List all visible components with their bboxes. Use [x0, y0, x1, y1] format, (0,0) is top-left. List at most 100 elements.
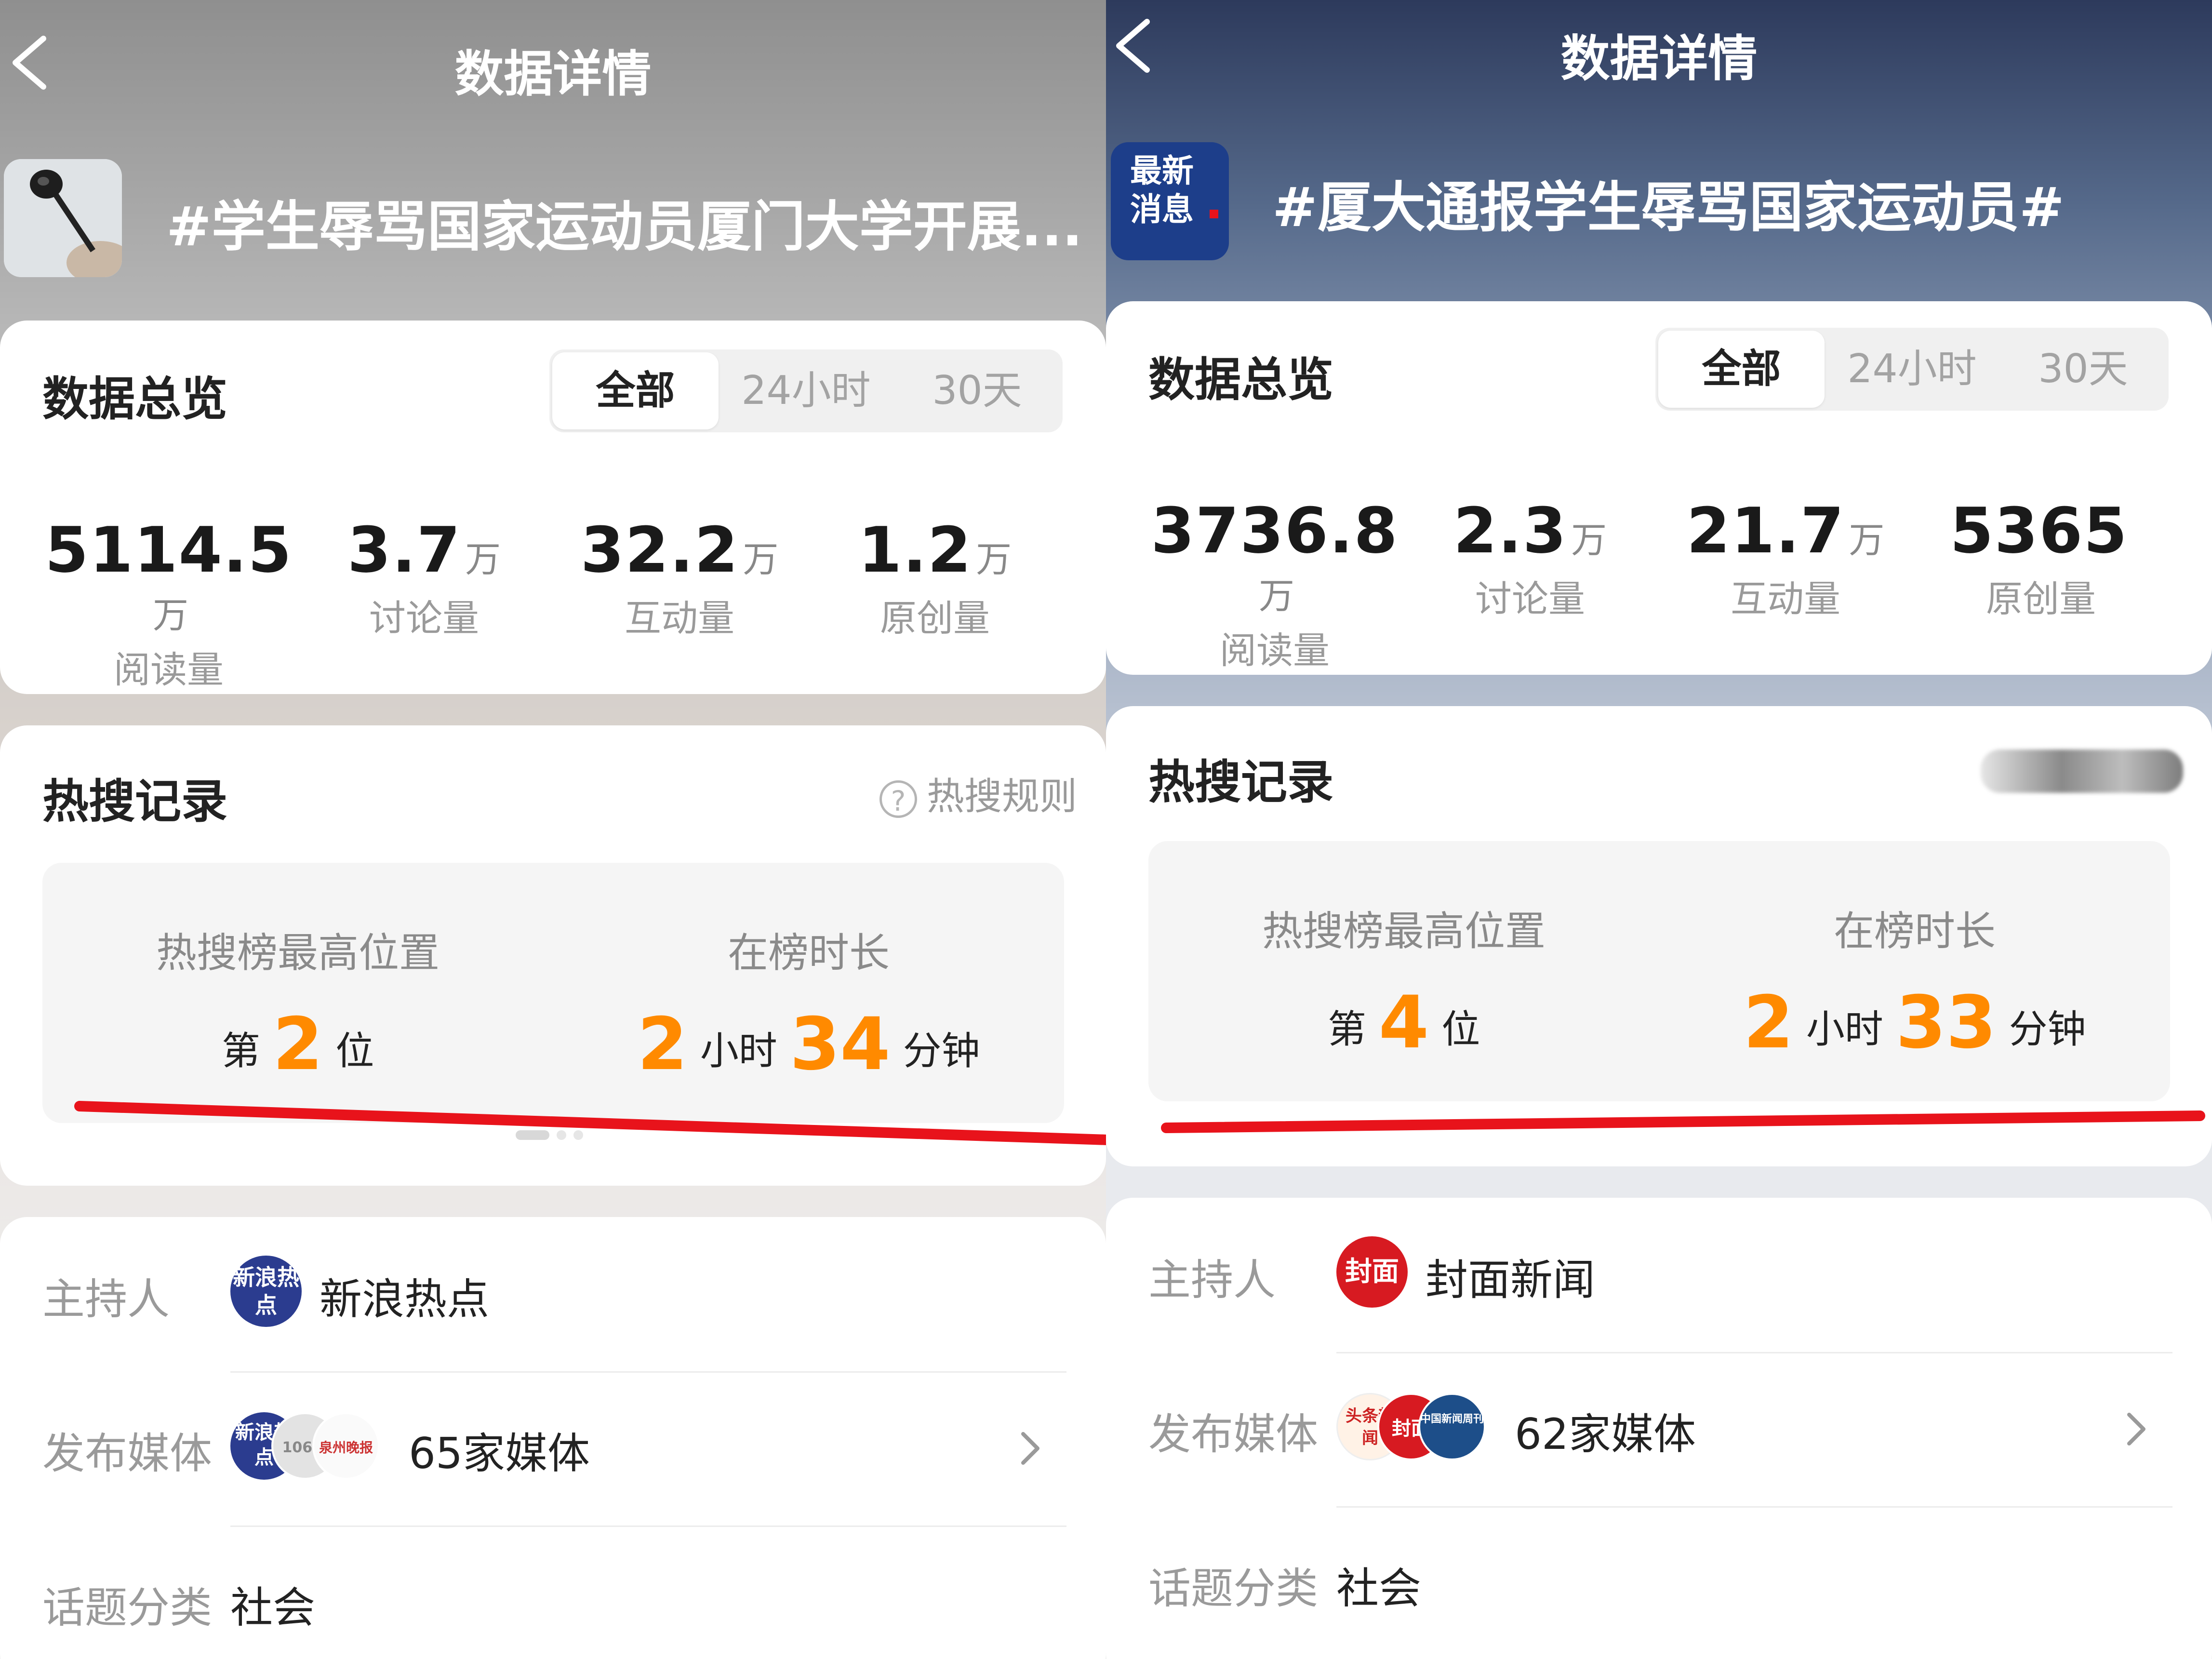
stat-label: 原创量 — [1986, 577, 2096, 620]
hot-stats-box: 热搜榜最高位置 第2位 在榜时长 2 小时 34 分钟 — [42, 863, 1064, 1123]
hot-search-title: 热搜记录 — [42, 775, 227, 829]
overview-title: 数据总览 — [42, 372, 227, 426]
stat-value: 5114.5 — [45, 513, 293, 587]
stat-interact: 21.7 万 互动量 — [1655, 494, 1916, 622]
media-key: 发布媒体 — [1148, 1409, 1319, 1459]
category-row: 话题分类 社会 — [1148, 1506, 2170, 1659]
peak-value: 4 — [1378, 981, 1429, 1065]
topic-title: #学生辱骂国家运动员厦门大学开展... — [166, 196, 1082, 258]
blurred-rules-link — [1981, 749, 2183, 793]
stat-label: 原创量 — [880, 597, 990, 640]
stat-value: 1.2 — [858, 513, 973, 587]
media-avatar-3-icon: 泉州晚报 — [312, 1412, 380, 1480]
peak-prefix: 第 — [1327, 1007, 1366, 1052]
media-row[interactable]: 发布媒体 新浪热点 106.1 泉州晚报 65家媒体 — [42, 1371, 1064, 1525]
overview-card: 数据总览 全部 24小时 30天 3736.8万 阅读量 2.3 万 讨论量 21… — [1106, 301, 2212, 675]
stat-value: 32.2 — [580, 513, 739, 587]
peak-label: 热搜榜最高位置 — [156, 929, 440, 977]
tab-30d[interactable]: 30天 — [1998, 328, 2169, 411]
chevron-right-icon — [2127, 1413, 2145, 1445]
tab-24h[interactable]: 24小时 — [720, 349, 892, 432]
time-range-tabs: 全部 24小时 30天 — [1655, 328, 2169, 411]
stat-value: 21.7 — [1686, 494, 1845, 567]
minutes-unit: 分钟 — [903, 1029, 980, 1073]
nav-title: 数据详情 — [1560, 30, 1758, 88]
host-row[interactable]: 主持人 新浪热点 新浪热点 — [42, 1217, 1064, 1371]
peak-suffix: 位 — [335, 1029, 374, 1073]
hours-value: 2 — [637, 1003, 688, 1086]
duration-label: 在榜时长 — [727, 929, 890, 977]
peak-value: 2 — [272, 1003, 323, 1086]
tab-24h[interactable]: 24小时 — [1826, 328, 1998, 411]
peak-prefix: 第 — [221, 1029, 260, 1073]
host-key: 主持人 — [1148, 1255, 1276, 1305]
hot-search-title: 热搜记录 — [1148, 755, 1333, 809]
nav-title: 数据详情 — [454, 46, 652, 103]
stat-discuss: 2.3 万 讨论量 — [1400, 494, 1660, 622]
stat-label: 讨论量 — [1475, 577, 1585, 620]
info-card: 主持人 新浪热点 新浪热点 发布媒体 新浪热点 106.1 泉州晚报 65家媒体… — [0, 1217, 1106, 1659]
host-value: 新浪热点 — [320, 1274, 490, 1324]
host-row[interactable]: 主持人 封面 封面新闻 — [1148, 1198, 2170, 1352]
category-value: 社会 — [1336, 1564, 1422, 1613]
tab-all[interactable]: 全部 — [1658, 331, 1825, 408]
tab-30d[interactable]: 30天 — [892, 349, 1063, 432]
red-underline-annotation — [1161, 1110, 2205, 1133]
question-icon: ? — [879, 780, 917, 818]
overview-card: 数据总览 全部 24小时 30天 5114.5万 阅读量 3.7 万 讨论量 32… — [0, 321, 1106, 694]
info-card: 主持人 封面 封面新闻 发布媒体 头条新闻 封面 中国新闻周刊 62家媒体 话题… — [1106, 1198, 2212, 1659]
stat-interact: 32.2 万 互动量 — [549, 513, 810, 642]
media-key: 发布媒体 — [42, 1429, 213, 1478]
left-screenshot: 数据详情 #学生辱骂国家运动员厦门大学开展... 数据总览 全部 24小时 30… — [0, 0, 1106, 1659]
minutes-value: 33 — [1895, 981, 1997, 1065]
hot-rules-link[interactable]: ? 热搜规则 — [879, 766, 1077, 820]
stat-label: 互动量 — [1731, 577, 1840, 620]
category-row: 话题分类 社会 — [42, 1525, 1064, 1659]
topic-title: #厦大通报学生辱骂国家运动员# — [1272, 176, 2065, 239]
stat-unit: 万 — [153, 595, 188, 636]
media-value: 62家媒体 — [1515, 1409, 1696, 1459]
hot-rules-label: 热搜规则 — [926, 775, 1077, 818]
host-key: 主持人 — [42, 1274, 170, 1324]
latest-news-badge-icon: 最新消息 — [1111, 142, 1229, 260]
tab-all[interactable]: 全部 — [552, 352, 719, 429]
stat-original: 1.2 万 原创量 — [805, 513, 1065, 642]
media-avatar-3-icon: 中国新闻周刊 — [1418, 1393, 1486, 1460]
stat-original: 5365 原创量 — [1911, 494, 2171, 622]
stat-unit: 万 — [976, 539, 1012, 580]
category-value: 社会 — [230, 1583, 316, 1632]
stat-label: 互动量 — [625, 597, 734, 640]
stat-label: 阅读量 — [1220, 629, 1330, 672]
stat-value: 3736.8 — [1151, 494, 1399, 567]
right-screenshot: 数据详情 最新消息 #厦大通报学生辱骂国家运动员# 数据总览 全部 24小时 3… — [1106, 0, 2212, 1659]
peak-label: 热搜榜最高位置 — [1262, 908, 1546, 955]
stat-discuss: 3.7 万 讨论量 — [294, 513, 554, 642]
stat-label: 讨论量 — [369, 597, 479, 640]
hot-search-card: 热搜记录 热搜榜最高位置 第4位 在榜时长 2 小时 33 分钟 — [1106, 706, 2212, 1166]
hot-stats-box: 热搜榜最高位置 第4位 在榜时长 2 小时 33 分钟 — [1148, 841, 2170, 1101]
category-key: 话题分类 — [1148, 1564, 1319, 1613]
latest-news-badge-text: 最新消息 — [1130, 152, 1194, 228]
overview-title: 数据总览 — [1148, 353, 1333, 407]
media-value: 65家媒体 — [409, 1429, 590, 1478]
hours-unit: 小时 — [700, 1029, 777, 1073]
peak-suffix: 位 — [1441, 1007, 1480, 1052]
microphone-icon — [4, 159, 122, 277]
host-avatar-icon: 封面 — [1336, 1236, 1408, 1308]
media-row[interactable]: 发布媒体 头条新闻 封面 中国新闻周刊 62家媒体 — [1148, 1352, 2170, 1506]
minutes-value: 34 — [789, 1003, 891, 1086]
time-range-tabs: 全部 24小时 30天 — [549, 349, 1063, 432]
minutes-unit: 分钟 — [2009, 1007, 2086, 1052]
stat-unit: 万 — [1849, 520, 1885, 561]
host-avatar-icon: 新浪热点 — [230, 1256, 302, 1327]
chevron-right-icon — [1021, 1432, 1039, 1465]
stat-read: 5114.5 万 阅读量 — [39, 513, 299, 693]
hours-value: 2 — [1743, 981, 1794, 1065]
host-value: 封面新闻 — [1426, 1255, 1596, 1305]
red-underline-annotation — [74, 1101, 1106, 1145]
duration-label: 在榜时长 — [1833, 908, 1996, 955]
stat-unit: 万 — [743, 539, 779, 580]
stat-unit: 万 — [1259, 575, 1294, 617]
stat-value: 2.3 — [1453, 494, 1568, 567]
stat-read: 3736.8 万 阅读量 — [1145, 494, 1405, 674]
